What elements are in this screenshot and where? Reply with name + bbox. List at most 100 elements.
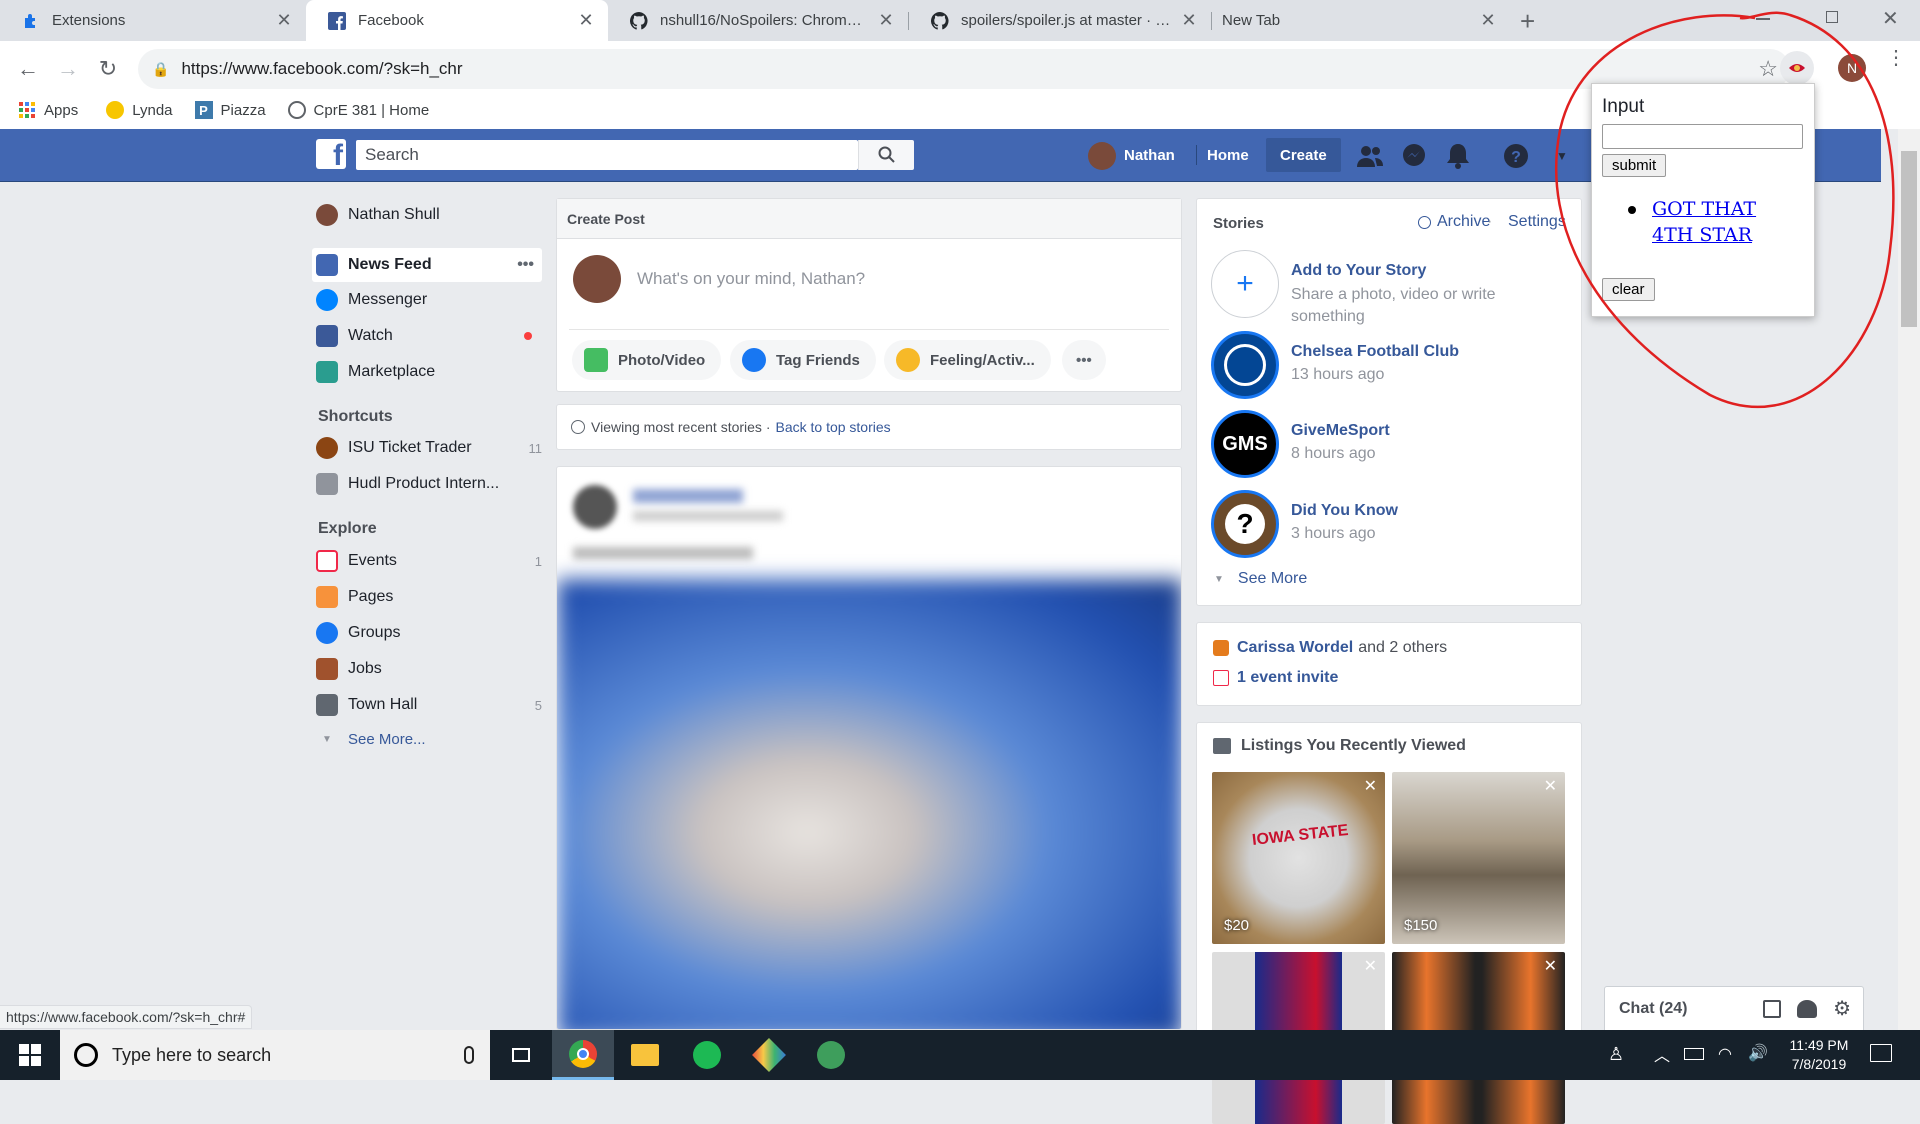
help-icon[interactable]: ? — [1502, 142, 1530, 170]
more-actions-button[interactable]: ••• — [1062, 340, 1106, 380]
tab-github-nospoilers[interactable]: nshull16/NoSpoilers: Chrome ext ✕ — [608, 0, 908, 41]
url-text[interactable]: https://www.facebook.com/?sk=h_chr — [181, 59, 462, 79]
taskbar-atom[interactable] — [800, 1030, 862, 1080]
bookmark-lynda[interactable]: Lynda — [106, 101, 173, 119]
clear-button[interactable]: clear — [1602, 278, 1655, 301]
post-input[interactable]: What's on your mind, Nathan? — [637, 269, 865, 289]
event-invite-link[interactable]: 1 event invite — [1237, 669, 1338, 687]
sidebar-item-jobs[interactable]: Jobs — [316, 654, 542, 684]
windows-start-button[interactable] — [0, 1030, 60, 1080]
sidebar-item-news-feed[interactable]: News Feed ••• — [312, 248, 542, 282]
left-nav-profile[interactable]: Nathan Shull — [316, 200, 542, 230]
restore-icon[interactable] — [1826, 11, 1838, 23]
listing-sweatshirt[interactable]: IOWA STATE ✕ $20 — [1212, 772, 1385, 944]
new-group-icon[interactable] — [1797, 999, 1818, 1018]
sidebar-item-isu-ticket-trader[interactable]: ISU Ticket Trader 11 — [316, 433, 542, 463]
feed-post[interactable] — [556, 466, 1182, 1030]
profile-avatar[interactable]: N — [1838, 54, 1866, 82]
minimize-icon[interactable] — [1756, 18, 1770, 20]
compose-icon[interactable] — [1763, 999, 1782, 1018]
gear-icon[interactable]: ⚙ — [1833, 996, 1851, 1021]
chrome-menu-icon[interactable]: ⋮ — [1886, 48, 1906, 68]
new-tab-button[interactable]: + — [1520, 6, 1535, 37]
sidebar-item-pages[interactable]: Pages — [316, 582, 542, 612]
back-icon[interactable]: ← — [10, 51, 46, 87]
taskbar-file-explorer[interactable] — [614, 1030, 676, 1080]
taskbar-chrome[interactable] — [552, 1030, 614, 1080]
story-chelsea[interactable]: Chelsea Football Club 13 hours ago — [1211, 331, 1551, 401]
back-to-top-stories-link[interactable]: Back to top stories — [775, 419, 890, 435]
account-menu-icon[interactable]: ▼ — [1548, 142, 1576, 170]
spoiler-list-item[interactable]: GOT THAT 4TH STAR — [1652, 196, 1802, 248]
home-link[interactable]: Home — [1207, 129, 1249, 182]
sidebar-item-watch[interactable]: Watch — [316, 321, 542, 351]
bookmark-apps[interactable]: Apps — [18, 101, 78, 119]
task-view-icon[interactable] — [490, 1030, 552, 1080]
forward-icon[interactable]: → — [50, 51, 86, 87]
story-add[interactable]: + Add to Your Story Share a photo, video… — [1211, 250, 1551, 325]
taskbar-gitkraken[interactable] — [738, 1030, 800, 1080]
chat-bar[interactable]: Chat (24) ⚙ — [1604, 986, 1864, 1030]
close-icon[interactable]: ✕ — [1364, 776, 1377, 796]
archive-link[interactable]: Archive — [1418, 213, 1490, 231]
clock[interactable]: 11:49 PM 7/8/2019 — [1782, 1036, 1856, 1074]
close-window-icon[interactable]: ✕ — [1882, 6, 1899, 31]
people-icon[interactable]: ♙ — [1608, 1044, 1624, 1065]
feeling-activity-button[interactable]: Feeling/Activ... — [884, 340, 1051, 380]
create-button[interactable]: Create — [1266, 138, 1341, 172]
facebook-logo[interactable]: f — [316, 139, 346, 169]
messenger-icon[interactable] — [1400, 142, 1428, 170]
close-icon[interactable]: ✕ — [1544, 776, 1557, 796]
see-more-link[interactable]: ▼ See More... — [316, 724, 542, 754]
facebook-search-input[interactable]: Search — [356, 140, 858, 170]
tab-facebook[interactable]: Facebook ✕ — [306, 0, 608, 41]
tab-extensions[interactable]: Extensions ✕ — [0, 0, 306, 41]
sidebar-item-marketplace[interactable]: Marketplace — [316, 357, 542, 387]
birthday-name[interactable]: Carissa Wordel — [1237, 639, 1353, 657]
page-scrollbar[interactable] — [1898, 129, 1920, 1030]
bookmark-cpre381[interactable]: CprE 381 | Home — [287, 101, 429, 119]
taskbar-search-box[interactable]: Type here to search — [60, 1030, 490, 1080]
search-button[interactable] — [858, 140, 914, 170]
close-icon[interactable]: ✕ — [1544, 956, 1557, 976]
profile-link[interactable]: Nathan — [1088, 129, 1175, 182]
stories-see-more[interactable]: ▼ See More — [1214, 570, 1307, 588]
close-tab-icon[interactable]: ✕ — [578, 10, 594, 31]
reload-icon[interactable]: ↻ — [90, 51, 126, 87]
address-bar[interactable]: 🔒 https://www.facebook.com/?sk=h_chr ☆ — [138, 49, 1790, 89]
tab-new-tab[interactable]: New Tab ✕ — [1212, 0, 1510, 41]
spoiler-input[interactable] — [1602, 124, 1803, 149]
taskbar-spotify[interactable] — [676, 1030, 738, 1080]
settings-link[interactable]: Settings — [1508, 213, 1566, 231]
submit-button[interactable]: submit — [1602, 154, 1667, 177]
sidebar-item-messenger[interactable]: Messenger — [316, 285, 542, 315]
friend-requests-icon[interactable] — [1356, 142, 1384, 170]
more-options-icon[interactable]: ••• — [517, 256, 534, 274]
scrollbar-thumb[interactable] — [1901, 151, 1917, 327]
action-center-icon[interactable] — [1870, 1044, 1892, 1062]
story-did-you-know[interactable]: ? Did You Know 3 hours ago — [1211, 490, 1551, 560]
close-tab-icon[interactable]: ✕ — [878, 10, 894, 31]
tag-friends-button[interactable]: Tag Friends — [730, 340, 876, 380]
microphone-icon[interactable] — [464, 1046, 474, 1064]
close-tab-icon[interactable]: ✕ — [1181, 10, 1197, 31]
event-invite-row[interactable]: 1 event invite — [1213, 669, 1338, 687]
sidebar-item-town-hall[interactable]: Town Hall 5 — [316, 690, 542, 720]
close-icon[interactable]: ✕ — [1364, 956, 1377, 976]
chevron-up-icon[interactable]: ︿ — [1654, 1042, 1670, 1066]
close-tab-icon[interactable]: ✕ — [276, 10, 292, 31]
sidebar-item-hudl[interactable]: Hudl Product Intern... — [316, 469, 542, 499]
bookmark-piazza[interactable]: P Piazza — [194, 101, 266, 119]
notifications-bell-icon[interactable] — [1444, 142, 1472, 170]
sidebar-item-events[interactable]: Events 1 — [316, 546, 542, 576]
sidebar-item-groups[interactable]: Groups — [316, 618, 542, 648]
wifi-icon[interactable]: ◠ — [1718, 1044, 1732, 1064]
close-tab-icon[interactable]: ✕ — [1480, 10, 1496, 31]
bookmark-star-icon[interactable]: ☆ — [1758, 56, 1778, 82]
story-givemesport[interactable]: GMS GiveMeSport 8 hours ago — [1211, 410, 1551, 480]
birthday-row[interactable]: Carissa Wordel and 2 others — [1213, 639, 1447, 657]
listing-couch[interactable]: ✕ $150 — [1392, 772, 1565, 944]
volume-icon[interactable]: 🔊 — [1748, 1043, 1768, 1063]
photo-video-button[interactable]: Photo/Video — [572, 340, 722, 380]
tab-github-spoilerjs[interactable]: spoilers/spoiler.js at master · willr ✕ — [909, 0, 1211, 41]
